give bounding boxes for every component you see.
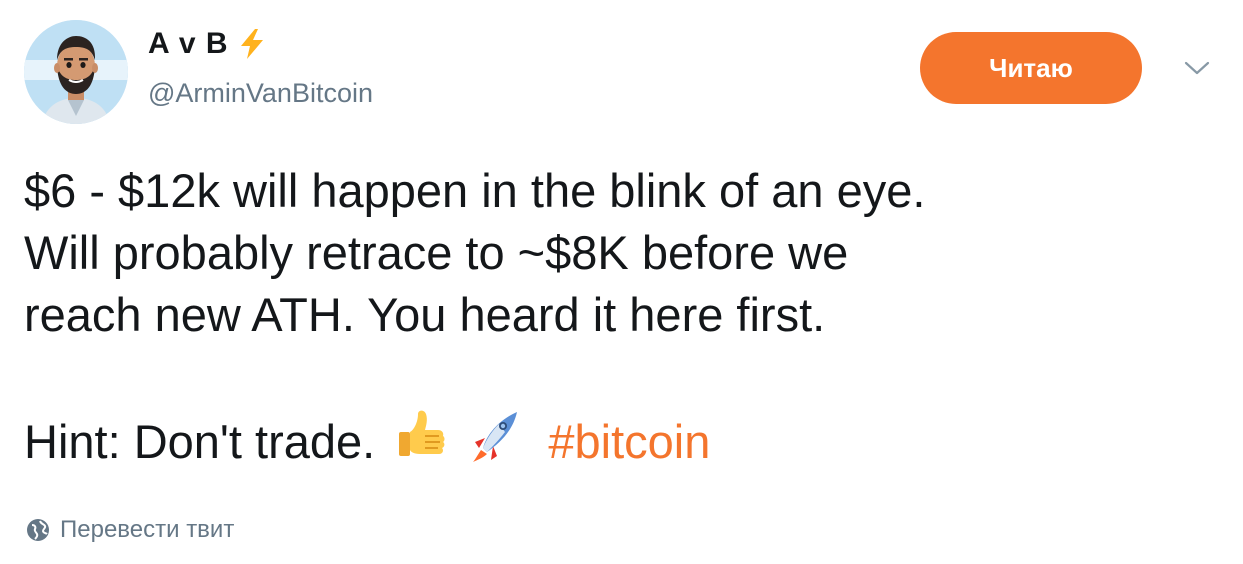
tweet-text: $6 - $12k will happen in the blink of an… — [24, 160, 1224, 473]
thumbs-up-emoji-icon — [396, 408, 448, 464]
follow-button[interactable]: Читаю — [920, 32, 1142, 104]
tweet-line: $6 - $12k will happen in the blink of an… — [24, 164, 926, 217]
hint-line: Hint: Don't trade. #bitcoin — [24, 408, 1224, 473]
translate-label[interactable]: Перевести твит — [60, 516, 234, 544]
tweet-line: Will probably retrace to ~$8K before we — [24, 226, 849, 279]
author-name-row[interactable]: A v B — [148, 26, 267, 62]
lightning-bolt-icon — [237, 28, 267, 60]
display-name[interactable]: A v B — [148, 27, 229, 61]
tweet-line: reach new ATH. You heard it here first. — [24, 288, 826, 341]
hint-text: Hint: Don't trade. — [24, 415, 376, 468]
translate-tweet-link[interactable]: Перевести твит — [26, 516, 234, 544]
hashtag-link[interactable]: #bitcoin — [548, 415, 710, 468]
rocket-emoji-icon — [469, 408, 521, 464]
tweet-card: A v B @ArminVanBitcoin Читаю $6 - $12k w… — [0, 0, 1243, 564]
avatar[interactable] — [24, 20, 128, 124]
globe-icon — [26, 518, 50, 542]
user-handle[interactable]: @ArminVanBitcoin — [148, 78, 373, 109]
bearded-man-avatar-icon — [24, 20, 128, 124]
chevron-down-icon[interactable] — [1180, 56, 1214, 80]
